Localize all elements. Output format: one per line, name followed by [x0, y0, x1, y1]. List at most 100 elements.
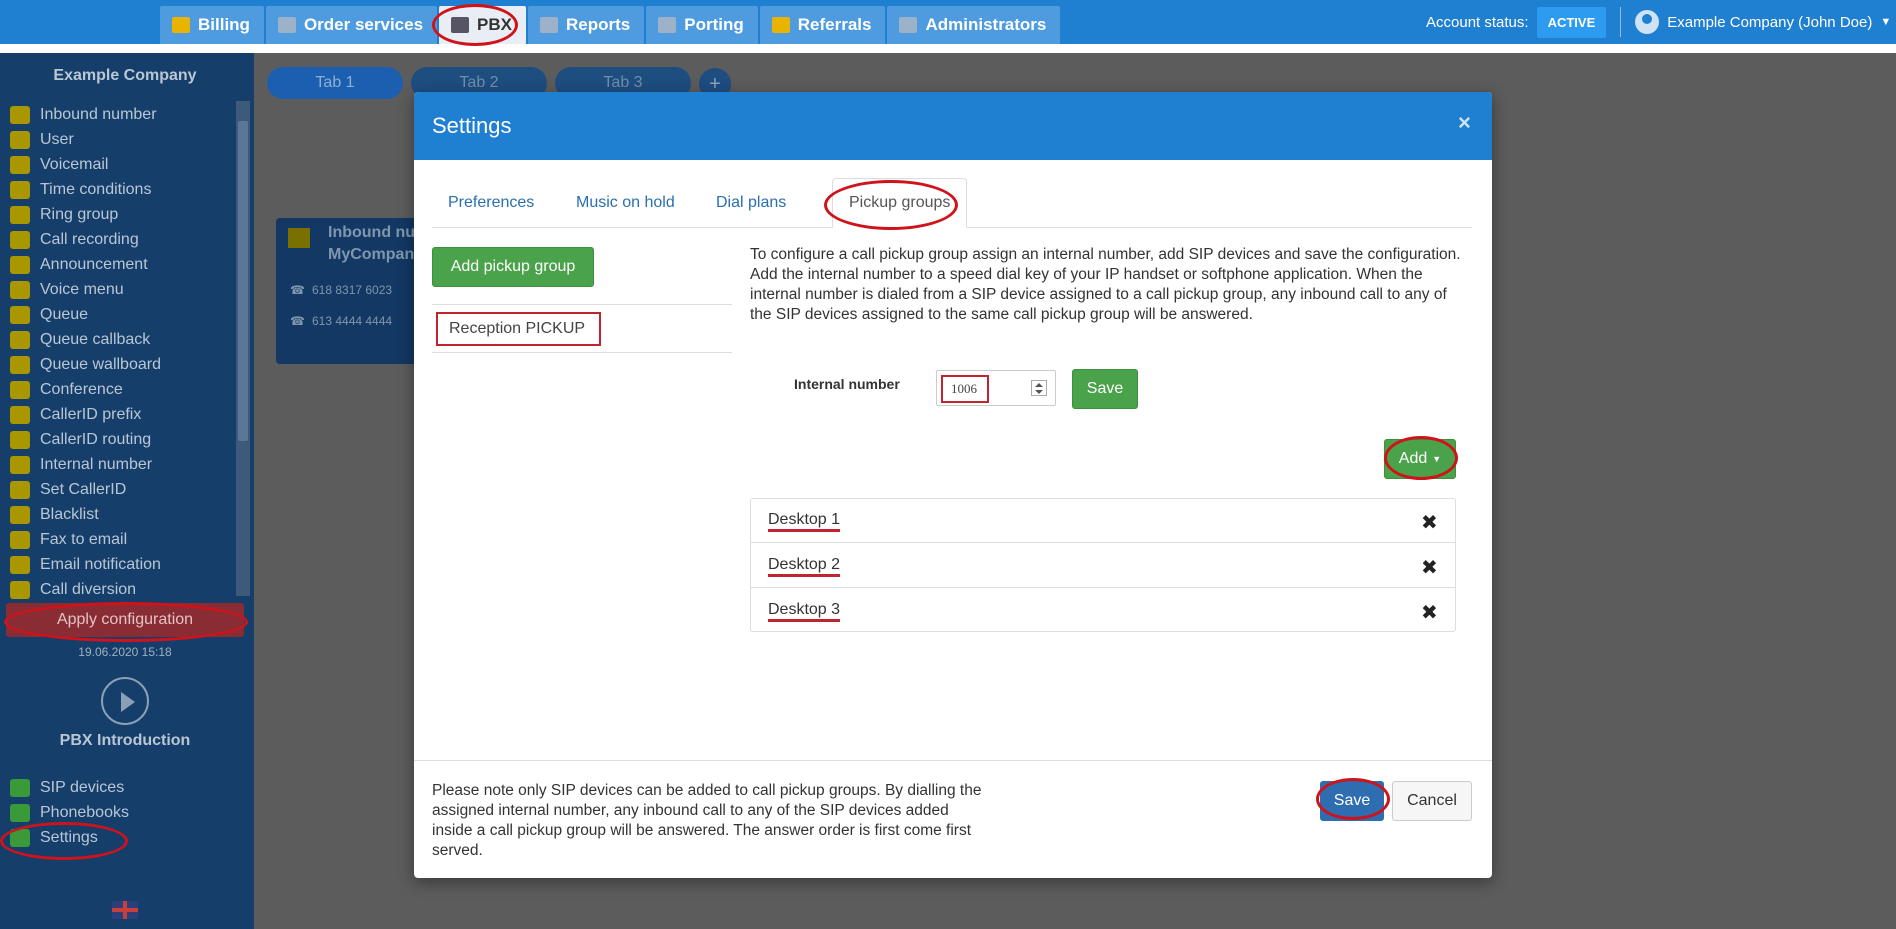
- avatar-icon[interactable]: [1635, 10, 1660, 34]
- workspace-tab-1[interactable]: Tab 1: [267, 67, 403, 99]
- sidebar-scrollbar[interactable]: [236, 101, 250, 596]
- sidebar-item-queue[interactable]: Queue: [0, 302, 240, 327]
- account-area: Account status: ACTIVE Example Company (…: [1426, 0, 1891, 44]
- sidebar-item-voicemail[interactable]: Voicemail: [0, 152, 240, 177]
- add-pickup-group-button[interactable]: Add pickup group: [432, 247, 594, 287]
- nav-reports[interactable]: Reports: [528, 6, 645, 44]
- tab-pickup-groups[interactable]: Pickup groups: [832, 178, 968, 228]
- nav-billing[interactable]: Billing: [160, 6, 264, 44]
- phone-icon: ☎: [290, 283, 305, 297]
- pickup-group-item[interactable]: Reception PICKUP: [436, 312, 601, 346]
- sidebar-item-fax-to-email[interactable]: Fax to email: [0, 527, 240, 552]
- apply-configuration-button[interactable]: Apply configuration: [6, 603, 244, 637]
- cart-icon: [277, 17, 296, 33]
- top-navigation-bar: Billing Order services PBX Reports Porti…: [0, 0, 1896, 53]
- internal-number-stepper[interactable]: 1006: [936, 370, 1056, 406]
- sidebar-item-user[interactable]: User: [0, 127, 240, 152]
- sidebar-item-internal-number[interactable]: Internal number: [0, 452, 240, 477]
- pickup-group-description: To configure a call pickup group assign …: [750, 246, 1461, 323]
- sidebar-menu: Inbound number User Voicemail Time condi…: [0, 102, 240, 602]
- nav-order-services[interactable]: Order services: [265, 6, 438, 44]
- device-row: Desktop 2 ✖: [751, 544, 1455, 588]
- remove-icon[interactable]: ✖: [1421, 510, 1438, 535]
- sitemap-icon: [10, 430, 30, 449]
- user-menu[interactable]: Example Company (John Doe): [1667, 14, 1872, 31]
- sidebar-item-set-callerid[interactable]: Set CallerID: [0, 477, 240, 502]
- card-number-2: 613 4444 4444: [312, 314, 393, 328]
- bell-icon: [10, 555, 30, 574]
- sidebar-item-voice-menu[interactable]: Voice menu: [0, 277, 240, 302]
- sidebar-item-inbound-number[interactable]: Inbound number: [0, 102, 240, 127]
- sidebar-item-call-recording[interactable]: Call recording: [0, 227, 240, 252]
- tab-preferences[interactable]: Preferences: [432, 178, 550, 228]
- sidebar-item-call-diversion[interactable]: Call diversion: [0, 577, 240, 602]
- id-card-icon: [10, 480, 30, 499]
- sidebar: Example Company Inbound number User Voic…: [0, 53, 254, 929]
- grid-icon: [10, 280, 30, 299]
- sidebar-item-queue-callback[interactable]: Queue callback: [0, 327, 240, 352]
- card-subtitle: MyCompany: [328, 246, 424, 263]
- caret-down-icon: ▼: [1432, 454, 1442, 464]
- sidebar-item-queue-wallboard[interactable]: Queue wallboard: [0, 352, 240, 377]
- apply-date: 19.06.2020 15:18: [78, 645, 172, 659]
- remove-icon[interactable]: ✖: [1421, 555, 1438, 580]
- sidebar-item-blacklist[interactable]: Blacklist: [0, 502, 240, 527]
- sidebar-item-email-notification[interactable]: Email notification: [0, 552, 240, 577]
- card-number-1: 618 8317 6023: [312, 283, 393, 297]
- scrollbar-thumb[interactable]: [238, 121, 248, 441]
- close-icon[interactable]: ×: [1458, 110, 1471, 136]
- nav-administrators[interactable]: Administrators: [887, 6, 1061, 44]
- sidebar-item-phonebooks[interactable]: Phonebooks: [0, 800, 240, 825]
- modal-title: Settings: [432, 113, 512, 138]
- device-name[interactable]: Desktop 3: [768, 601, 841, 622]
- account-status-badge: ACTIVE: [1536, 6, 1607, 38]
- sidebar-item-conference[interactable]: Conference: [0, 377, 240, 402]
- gear-icon: [10, 828, 30, 847]
- phone-icon: ☎: [290, 314, 305, 328]
- tab-music-on-hold[interactable]: Music on hold: [560, 178, 691, 228]
- remove-icon[interactable]: ✖: [1421, 600, 1438, 625]
- table-icon: [10, 355, 30, 374]
- device-list: Desktop 1 ✖ Desktop 2 ✖ Desktop 3 ✖: [750, 498, 1456, 632]
- users-icon: [10, 205, 30, 224]
- device-name[interactable]: Desktop 1: [768, 511, 841, 532]
- play-icon[interactable]: [101, 677, 149, 725]
- printer-icon: [10, 530, 30, 549]
- nav-pbx[interactable]: PBX: [439, 6, 527, 44]
- save-internal-number-button[interactable]: Save: [1072, 369, 1138, 409]
- play-triangle: [121, 692, 135, 712]
- ban-icon: [10, 505, 30, 524]
- account-status-label: Account status:: [1426, 13, 1529, 31]
- device-name[interactable]: Desktop 2: [768, 556, 841, 577]
- save-button[interactable]: Save: [1320, 781, 1384, 821]
- map-pin-icon: [10, 455, 30, 474]
- sidebar-item-callerid-prefix[interactable]: CallerID prefix: [0, 402, 240, 427]
- device-row: Desktop 1 ✖: [751, 499, 1455, 543]
- nav-porting[interactable]: Porting: [646, 6, 758, 44]
- sidebar-item-ring-group[interactable]: Ring group: [0, 202, 240, 227]
- modal-footer: Please note only SIP devices can be adde…: [414, 760, 1492, 878]
- uk-flag-icon[interactable]: [112, 901, 138, 919]
- inbound-number-card[interactable]: Inbound nu MyCompany ☎ 618 8317 6023 ☎ 6…: [276, 218, 436, 364]
- nav-referrals[interactable]: Referrals: [759, 6, 886, 44]
- cancel-button[interactable]: Cancel: [1392, 781, 1472, 821]
- internal-number-input[interactable]: 1006: [941, 375, 989, 403]
- sidebar-item-callerid-routing[interactable]: CallerID routing: [0, 427, 240, 452]
- card-title: Inbound nu: [328, 224, 416, 241]
- pbx-introduction-label[interactable]: PBX Introduction: [0, 732, 250, 750]
- arrow-right-icon: [288, 228, 310, 248]
- footer-note: Please note only SIP devices can be adde…: [432, 782, 982, 859]
- stepper-arrows-icon[interactable]: [1031, 380, 1047, 396]
- tab-dial-plans[interactable]: Dial plans: [700, 178, 802, 228]
- device-row: Desktop 3 ✖: [751, 589, 1455, 633]
- sidebar-item-settings[interactable]: Settings: [0, 825, 240, 850]
- caret-down-icon[interactable]: ▼: [1880, 16, 1891, 28]
- book-icon: [10, 803, 30, 822]
- modal-header: Settings ×: [414, 92, 1492, 160]
- add-device-dropdown-button[interactable]: Add ▼: [1384, 439, 1456, 479]
- sidebar-item-announcement[interactable]: Announcement: [0, 252, 240, 277]
- sidebar-item-sip-devices[interactable]: SIP devices: [0, 775, 240, 800]
- phone-icon: [658, 17, 677, 33]
- arrow-right-icon: [10, 105, 30, 124]
- sidebar-item-time-conditions[interactable]: Time conditions: [0, 177, 240, 202]
